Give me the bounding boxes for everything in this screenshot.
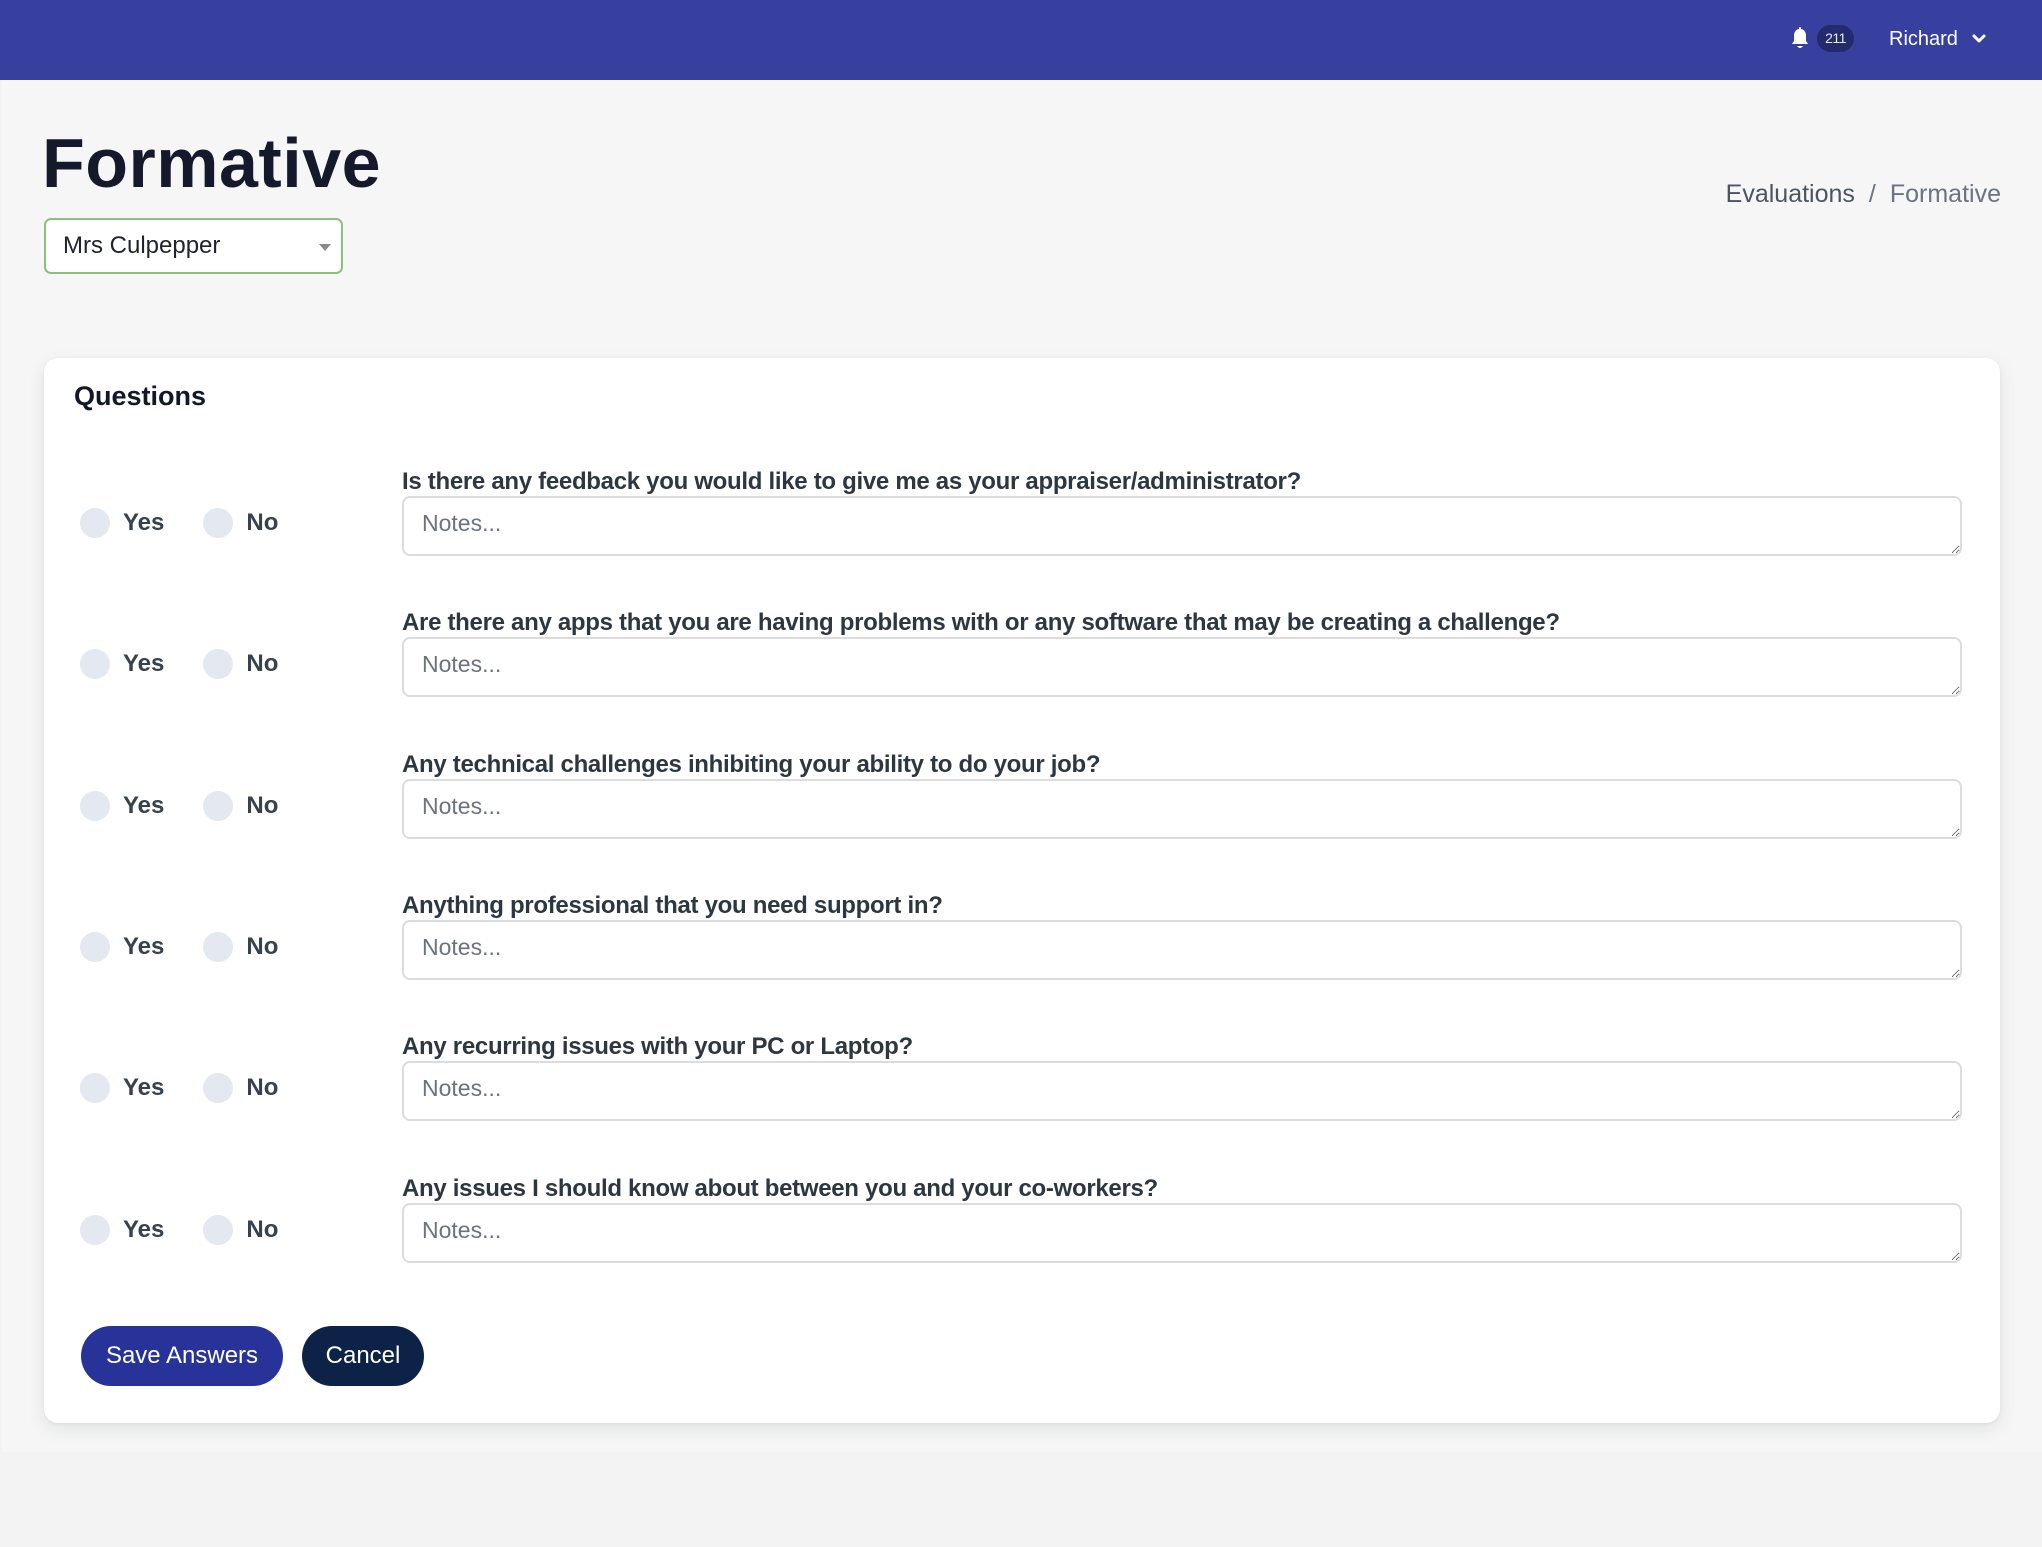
- question-text: Are there any apps that you are having p…: [402, 609, 1560, 637]
- radio-no-circle[interactable]: [203, 1073, 234, 1104]
- question-row: Yes No Any issues I should know about be…: [44, 1175, 2000, 1305]
- notes-textarea[interactable]: [402, 778, 1962, 839]
- radio-no-label: No: [246, 1215, 279, 1243]
- yes-no-radio-group: Yes No: [80, 1214, 279, 1245]
- notes-textarea[interactable]: [402, 637, 1962, 698]
- radio-no-circle[interactable]: [203, 1214, 234, 1245]
- radio-no-label: No: [246, 791, 279, 819]
- yes-no-radio-group: Yes No: [80, 508, 278, 538]
- questions-card: Questions Yes No Is there any feedback y…: [44, 358, 2000, 1423]
- yes-no-radio-group: Yes No: [80, 649, 279, 680]
- bell-icon[interactable]: [1790, 27, 1810, 51]
- notes-textarea[interactable]: [402, 1061, 1962, 1122]
- radio-yes[interactable]: Yes: [80, 1214, 165, 1245]
- radio-yes-label: Yes: [123, 1074, 165, 1102]
- radio-no[interactable]: No: [203, 790, 279, 821]
- notes-textarea[interactable]: [402, 496, 1962, 556]
- save-answers-button[interactable]: Save Answers: [81, 1326, 283, 1386]
- notification-count-badge[interactable]: 211: [1817, 25, 1854, 52]
- question-text: Is there any feedback you would like to …: [402, 468, 1301, 495]
- breadcrumb: Evaluations / Formative: [1726, 180, 2001, 209]
- radio-yes[interactable]: Yes: [80, 790, 165, 821]
- radio-no-circle[interactable]: [203, 931, 234, 962]
- person-select[interactable]: Mrs Culpepper: [44, 218, 343, 274]
- breadcrumb-separator: /: [1868, 180, 1876, 208]
- radio-yes-circle[interactable]: [80, 649, 110, 680]
- radio-no-label: No: [246, 509, 279, 536]
- radio-no[interactable]: No: [203, 508, 278, 538]
- radio-yes[interactable]: Yes: [80, 649, 165, 680]
- question-text: Any recurring issues with your PC or Lap…: [402, 1033, 913, 1061]
- top-navbar: 211 Richard: [0, 0, 2042, 80]
- question-row: Yes No Any recurring issues with your PC…: [44, 1033, 2000, 1163]
- user-name: Richard: [1889, 27, 1958, 50]
- question-row: Yes No Any technical challenges inhibiti…: [44, 751, 2000, 881]
- radio-yes[interactable]: Yes: [80, 1073, 165, 1104]
- question-text: Any technical challenges inhibiting your…: [402, 750, 1101, 778]
- radio-no[interactable]: No: [203, 1073, 279, 1104]
- question-text: Anything professional that you need supp…: [402, 891, 943, 919]
- breadcrumb-current: Formative: [1889, 180, 2001, 208]
- radio-yes-label: Yes: [123, 932, 165, 960]
- radio-yes-label: Yes: [123, 509, 165, 536]
- radio-yes[interactable]: Yes: [80, 931, 165, 962]
- radio-yes-label: Yes: [123, 650, 165, 678]
- question-row: Yes No Is there any feedback you would l…: [44, 468, 2000, 598]
- radio-yes-circle[interactable]: [80, 790, 110, 821]
- radio-no-circle[interactable]: [203, 649, 234, 680]
- radio-no[interactable]: No: [203, 1214, 279, 1245]
- yes-no-radio-group: Yes No: [80, 1073, 279, 1104]
- radio-yes-circle[interactable]: [80, 1073, 110, 1104]
- radio-no[interactable]: No: [203, 931, 279, 962]
- radio-yes[interactable]: Yes: [80, 508, 164, 538]
- radio-yes-circle[interactable]: [80, 1214, 110, 1245]
- cancel-button[interactable]: Cancel: [302, 1326, 424, 1386]
- page-title: Formative: [42, 124, 382, 202]
- radio-no-circle[interactable]: [203, 508, 234, 538]
- yes-no-radio-group: Yes No: [80, 790, 279, 821]
- person-select-value: Mrs Culpepper: [63, 232, 221, 259]
- radio-no-label: No: [246, 650, 279, 678]
- radio-no-label: No: [246, 1074, 279, 1102]
- radio-no[interactable]: No: [203, 649, 279, 680]
- radio-no-circle[interactable]: [203, 790, 234, 821]
- radio-no-label: No: [246, 932, 279, 960]
- question-row: Yes No Anything professional that you ne…: [44, 892, 2000, 1022]
- radio-yes-label: Yes: [123, 1215, 165, 1243]
- chevron-down-icon: [1972, 34, 1986, 44]
- notes-textarea[interactable]: [402, 919, 1962, 980]
- notes-textarea[interactable]: [402, 1202, 1962, 1263]
- caret-down-icon: [319, 244, 331, 251]
- breadcrumb-evaluations[interactable]: Evaluations: [1726, 180, 1855, 209]
- question-text: Any issues I should know about between y…: [402, 1174, 1158, 1202]
- user-menu[interactable]: Richard: [1889, 22, 1986, 56]
- yes-no-radio-group: Yes No: [80, 931, 279, 962]
- radio-yes-circle[interactable]: [80, 931, 110, 962]
- radio-yes-label: Yes: [123, 791, 165, 819]
- radio-yes-circle[interactable]: [80, 508, 110, 538]
- card-title: Questions: [74, 381, 207, 411]
- question-row: Yes No Are there any apps that you are h…: [44, 609, 2000, 739]
